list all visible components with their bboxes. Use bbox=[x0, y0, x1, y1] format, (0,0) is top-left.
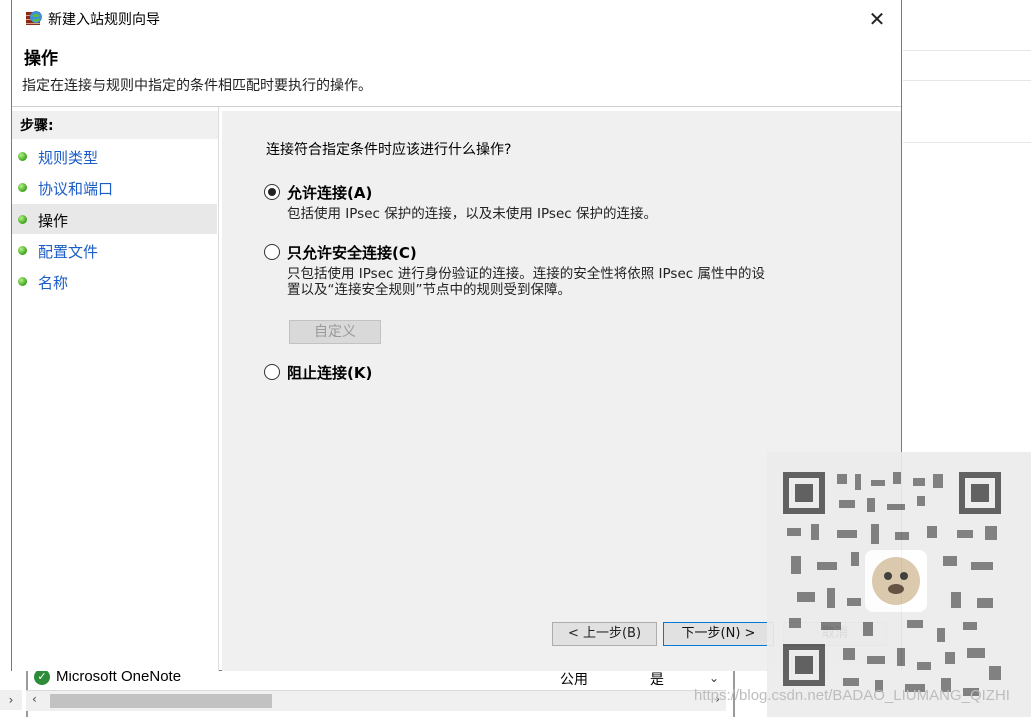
back-button[interactable]: < 上一步(B) bbox=[552, 622, 657, 646]
allow-connection-label[interactable]: 允许连接(A) bbox=[287, 182, 372, 203]
green-dot-icon bbox=[18, 246, 27, 255]
step-label[interactable]: 操作 bbox=[38, 210, 68, 231]
step-name[interactable]: 名称 bbox=[12, 266, 217, 296]
window-title: 新建入站规则向导 bbox=[48, 12, 160, 28]
scroll-left-icon[interactable]: › bbox=[0, 690, 22, 710]
allow-secure-label[interactable]: 只允许安全连接(C) bbox=[287, 242, 417, 263]
green-dot-icon bbox=[18, 152, 27, 161]
allow-connection-desc: 包括使用 IPsec 保护的连接，以及未使用 IPsec 保护的连接。 bbox=[287, 206, 657, 222]
green-dot-icon bbox=[18, 215, 27, 224]
page-title: 操作 bbox=[24, 49, 58, 69]
title-bar[interactable]: 新建入站规则向导 ✕ bbox=[12, 0, 901, 38]
divider bbox=[903, 80, 1031, 81]
allow-secure-desc-line1: 只包括使用 IPsec 进行身份验证的连接。连接的安全性将依照 IPsec 属性… bbox=[287, 266, 765, 282]
close-icon[interactable]: ✕ bbox=[863, 6, 891, 32]
step-action[interactable]: 操作 bbox=[12, 204, 217, 234]
step-protocol-ports[interactable]: 协议和端口 bbox=[12, 172, 217, 202]
scrollbar-thumb[interactable] bbox=[50, 694, 272, 708]
block-connection-label[interactable]: 阻止连接(K) bbox=[287, 362, 372, 383]
step-rule-type[interactable]: 规则类型 bbox=[12, 141, 217, 171]
watermark: https://blog.csdn.net/BADAO_LIUMANG_QIZH… bbox=[694, 687, 1010, 704]
action-question: 连接符合指定条件时应该进行什么操作? bbox=[266, 142, 512, 158]
allow-secure-radio[interactable] bbox=[264, 244, 280, 260]
chevron-down-icon[interactable]: ⌄ bbox=[703, 668, 725, 688]
enabled-check-icon: ✓ bbox=[34, 669, 50, 685]
divider bbox=[903, 142, 1031, 143]
qr-code-image bbox=[767, 452, 1031, 717]
divider bbox=[903, 50, 1031, 51]
page-description: 指定在连接与规则中指定的条件相匹配时要执行的操作。 bbox=[22, 78, 372, 94]
green-dot-icon bbox=[18, 183, 27, 192]
enabled-cell: 是 bbox=[650, 672, 664, 688]
allow-secure-desc-line2: 置以及“连接安全规则”节点中的规则受到保障。 bbox=[287, 282, 571, 298]
green-dot-icon bbox=[18, 277, 27, 286]
step-label[interactable]: 规则类型 bbox=[38, 147, 98, 168]
steps-panel: 步骤: 规则类型 协议和端口 操作 配置文件 名称 bbox=[12, 107, 219, 671]
step-label[interactable]: 名称 bbox=[38, 272, 68, 293]
horizontal-scrollbar[interactable]: ‹ › bbox=[26, 690, 726, 711]
scroll-left-icon[interactable]: ‹ bbox=[32, 692, 37, 706]
step-profile[interactable]: 配置文件 bbox=[12, 235, 217, 265]
page-header: 操作 指定在连接与规则中指定的条件相匹配时要执行的操作。 bbox=[12, 38, 901, 106]
block-connection-radio[interactable] bbox=[264, 364, 280, 380]
steps-title: 步骤: bbox=[20, 118, 54, 134]
customize-button[interactable]: 自定义 bbox=[289, 320, 381, 344]
next-button[interactable]: 下一步(N) > bbox=[663, 622, 774, 646]
firewall-icon bbox=[26, 11, 42, 25]
allow-connection-radio[interactable] bbox=[264, 184, 280, 200]
step-label[interactable]: 协议和端口 bbox=[38, 178, 113, 199]
step-label[interactable]: 配置文件 bbox=[38, 241, 98, 262]
profile-cell: 公用 bbox=[560, 672, 588, 688]
